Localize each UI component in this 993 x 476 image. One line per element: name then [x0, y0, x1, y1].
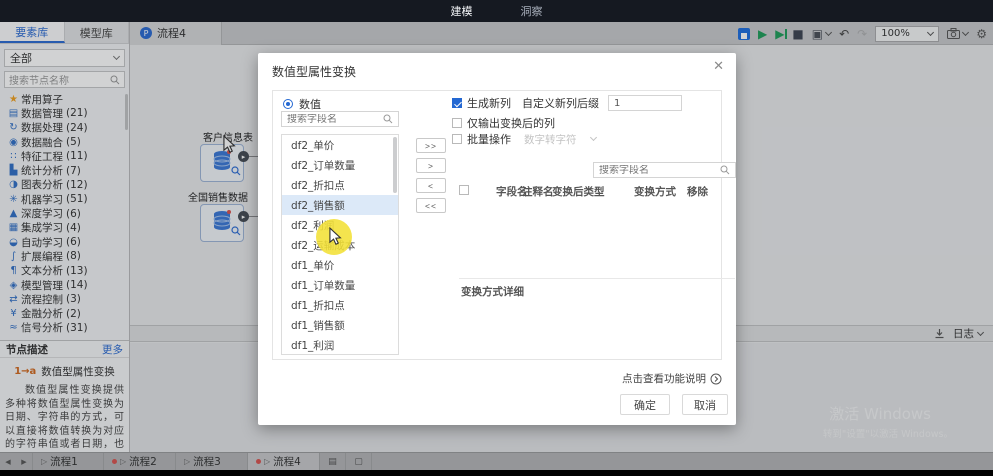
selected-fields-table-header: 字段名 注释名 变换后类型 变换方式 移除 — [452, 183, 736, 199]
field-item[interactable]: df2_订单数量 — [282, 155, 398, 175]
dialog-group-box: 数值 df2_单价 df2_订单数量 df2_折扣点 df2_销售额 df2_利… — [272, 90, 722, 360]
cancel-button[interactable]: 取消 — [682, 394, 728, 415]
help-link[interactable]: 点击查看功能说明 — [622, 371, 722, 386]
only-output-row: 仅输出变换后的列 — [452, 115, 555, 131]
select-all-checkbox[interactable] — [459, 185, 469, 195]
screen-letterbox — [0, 470, 993, 476]
move-all-left-button[interactable]: << — [416, 198, 446, 213]
close-icon[interactable]: ✕ — [713, 59, 724, 74]
batch-op-row: 批量操作 数字转字符 — [452, 131, 596, 147]
col-transformed-type: 变换后类型 — [552, 184, 605, 199]
chevron-down-icon — [589, 134, 596, 141]
top-mode-bar: 建模 洞察 — [0, 0, 993, 22]
move-right-button[interactable]: > — [416, 158, 446, 173]
field-item[interactable]: df2_单价 — [282, 135, 398, 155]
dialog-title: 数值型属性变换 — [272, 63, 356, 80]
generate-new-col-checkbox[interactable] — [452, 98, 462, 108]
field-item[interactable]: df1_销售额 — [282, 315, 398, 335]
field-item-selected[interactable]: df2_销售额 — [282, 195, 398, 215]
suffix-input[interactable] — [608, 95, 682, 111]
mouse-cursor — [328, 227, 342, 245]
move-all-right-button[interactable]: >> — [416, 138, 446, 153]
field-item[interactable]: df1_折扣点 — [282, 295, 398, 315]
field-item[interactable]: df1_单价 — [282, 255, 398, 275]
field-item[interactable]: df1_订单数量 — [282, 275, 398, 295]
mode-tab-modeling[interactable]: 建模 — [451, 3, 473, 19]
move-left-button[interactable]: < — [416, 178, 446, 193]
radio-selected-icon — [283, 99, 293, 109]
field-search-input[interactable] — [281, 111, 399, 127]
batch-op-select-disabled[interactable]: 数字转字符 — [524, 132, 596, 147]
confirm-button[interactable]: 确定 — [620, 394, 670, 415]
selected-field-search-textbox[interactable] — [599, 165, 710, 176]
suffix-textbox[interactable] — [614, 98, 667, 109]
mode-tab-insight[interactable]: 洞察 — [521, 3, 543, 19]
field-item[interactable]: df2_折扣点 — [282, 175, 398, 195]
app-window: 建模 洞察 要素库 模型库 全部 搜索节点名称 ★常用算子 ▤数据管理(21) … — [0, 0, 993, 476]
field-item[interactable]: df1_利润 — [282, 335, 398, 355]
numeric-radio[interactable]: 数值 — [283, 96, 321, 112]
search-icon — [383, 114, 393, 124]
col-remove: 移除 — [687, 184, 708, 199]
numeric-transform-dialog: 数值型属性变换 ✕ 数值 df2_单价 df2_订单数量 df2_折扣点 df2… — [258, 53, 736, 425]
batch-op-select-value: 数字转字符 — [524, 132, 577, 147]
batch-op-checkbox[interactable] — [452, 134, 462, 144]
selected-field-search-input[interactable] — [593, 162, 736, 178]
field-search-textbox[interactable] — [287, 114, 377, 125]
transform-detail-label: 变换方式详细 — [461, 284, 524, 299]
list-scrollbar[interactable] — [393, 137, 397, 193]
suffix-label: 自定义新列后缀 — [522, 95, 599, 111]
table-bottom-border — [459, 278, 735, 279]
transfer-buttons: >> > < << — [416, 138, 446, 213]
search-icon — [720, 165, 730, 175]
col-transform-method: 变换方式 — [634, 184, 676, 199]
generate-new-col-row: 生成新列 自定义新列后缀 — [452, 95, 682, 111]
circle-arrow-icon — [710, 373, 722, 385]
only-output-checkbox[interactable] — [452, 118, 462, 128]
col-comment-name: 注释名 — [522, 184, 554, 199]
